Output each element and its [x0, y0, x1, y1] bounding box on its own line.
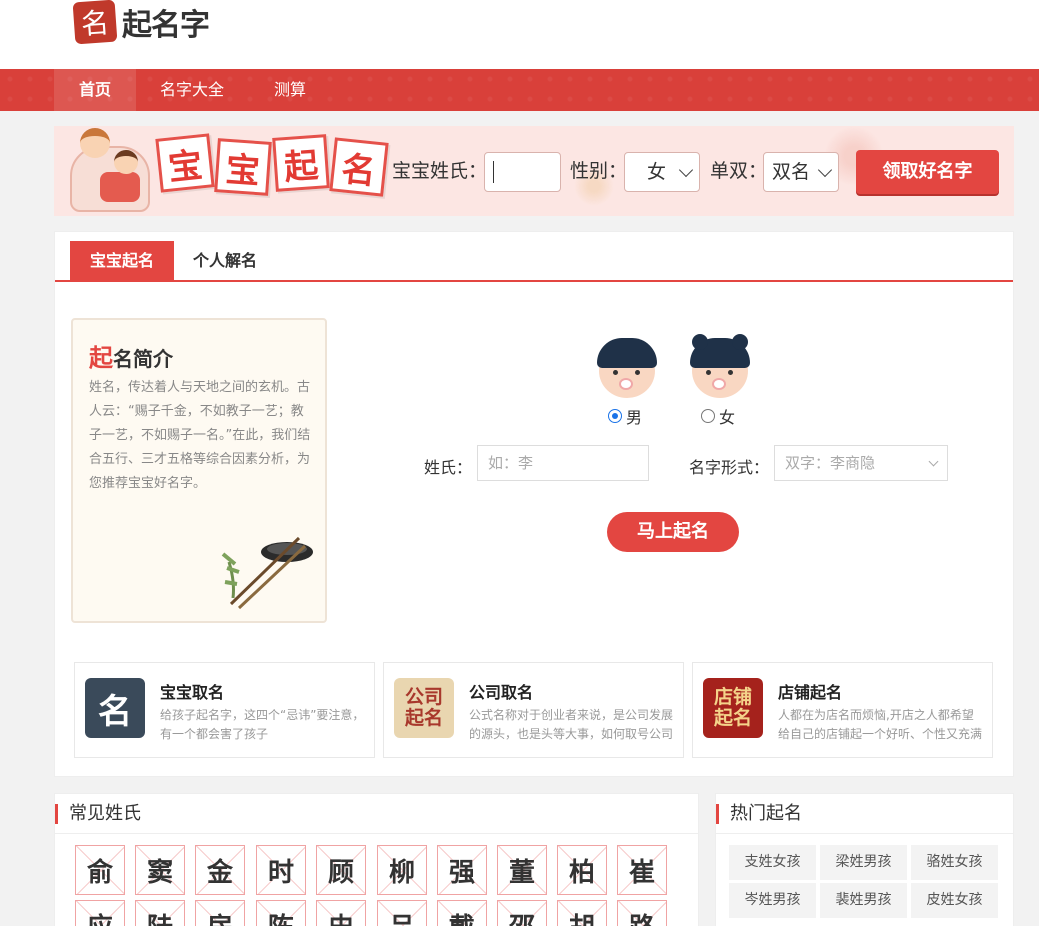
surname-tile[interactable]: 窦: [135, 845, 185, 895]
section-header: 热门起名: [716, 794, 1013, 834]
section-title: 热门起名: [730, 803, 802, 824]
banner-title-tiles: 宝 宝 起 名: [155, 133, 390, 197]
banner-tile: 宝: [155, 133, 215, 193]
banner-gender-select[interactable]: 女: [624, 152, 700, 192]
section-header: 常见姓氏: [55, 794, 698, 834]
surname-tile[interactable]: 柳: [377, 845, 427, 895]
surname-tile[interactable]: 邵: [497, 900, 547, 926]
surname-tile[interactable]: 顾: [316, 845, 366, 895]
card-desc: 人都在为店名而烦恼,开店之人都希望给自己的店铺起一个好听、个性又充满意义的名字: [778, 708, 983, 741]
intro-text: 姓名，传达着人与天地之间的玄机。古人云：“赐子千金，不如教子一艺；教子一艺，不如…: [89, 380, 311, 491]
get-good-name-button[interactable]: 领取好名字: [856, 150, 999, 194]
site-logo[interactable]: 名 起名字: [72, 0, 210, 45]
hot-name-link[interactable]: 支姓女孩: [729, 845, 816, 880]
surname-tile[interactable]: 胡: [557, 900, 607, 926]
surname-tile[interactable]: 董: [497, 845, 547, 895]
brush-inkstone-illustration: [221, 536, 313, 610]
card-desc: 给孩子起名字，这四个“忌讳”要注意，有一个都会害了孩子: [160, 708, 365, 741]
hot-name-link[interactable]: 裴姓男孩: [820, 883, 907, 918]
baby-naming-banner: 宝 宝 起 名 宝宝姓氏： 性别： 女 单双： 双名 领取好名字: [54, 126, 1014, 216]
card-desc: 公式名称对于创业者来说，是公司发展的源头，也是头等大事，如何取号公司名称: [469, 708, 674, 741]
surname-tile[interactable]: 戴: [437, 900, 487, 926]
banner-gender-label: 性别：: [570, 160, 628, 182]
logo-mark-icon: 名: [72, 0, 118, 45]
logo-text: 起名字: [122, 8, 210, 43]
gender-female-label: 女: [719, 408, 736, 427]
card-title: 公司取名: [469, 683, 534, 702]
name-format-value: 双字：李商隐: [785, 454, 876, 472]
naming-intro-card: 起名简介 姓名，传达着人与天地之间的玄机。古人云：“赐子千金，不如教子一艺；教子…: [71, 318, 327, 623]
girl-avatar-icon[interactable]: [690, 334, 750, 398]
surname-tile[interactable]: 陈: [256, 900, 306, 926]
shop-naming-icon: 店铺 起名: [703, 678, 763, 738]
nav-item-fortune[interactable]: 测算: [250, 69, 330, 111]
naming-tabs: 宝宝起名 个人解名: [55, 232, 1013, 282]
banner-surname-input[interactable]: [484, 152, 561, 192]
nav-item-names[interactable]: 名字大全: [146, 69, 238, 111]
section-title: 常见姓氏: [69, 803, 141, 824]
tab-personal-interpretation[interactable]: 个人解名: [185, 241, 265, 281]
gender-radio-female[interactable]: 女: [701, 404, 735, 428]
surname-tile[interactable]: 强: [437, 845, 487, 895]
hot-name-link[interactable]: 皮姓女孩: [911, 883, 998, 918]
banner-tile: 起: [272, 134, 330, 192]
surname-tile[interactable]: 吕: [377, 900, 427, 926]
surname-tile[interactable]: 应: [75, 900, 125, 926]
radio-checked-icon[interactable]: [608, 409, 622, 423]
gender-radio-male[interactable]: 男: [608, 404, 642, 428]
card-title: 店铺起名: [778, 683, 843, 702]
surname-tile[interactable]: 时: [256, 845, 306, 895]
hot-name-link[interactable]: 骆姓女孩: [911, 845, 998, 880]
site-header: 名 起名字: [0, 0, 1039, 69]
hot-naming-section: 热门起名 支姓女孩 梁姓男孩 骆姓女孩 岑姓男孩 裴姓男孩 皮姓女孩: [715, 793, 1014, 926]
banner-single-double-select[interactable]: 双名: [763, 152, 839, 192]
banner-single-double-label: 单双：: [710, 160, 768, 182]
naming-panel: 宝宝起名 个人解名 起名简介 姓名，传达着人与天地之间的玄机。古人云：“赐子千金…: [54, 231, 1014, 777]
common-surnames-section: 常见姓氏 俞 窦 金 时 顾 柳 强 董 柏 崔 应 陆 房 陈 史 吕 戴 邵…: [54, 793, 699, 926]
hot-name-link[interactable]: 梁姓男孩: [820, 845, 907, 880]
surname-input[interactable]: 如：李: [477, 445, 649, 481]
banner-tile: 宝: [214, 138, 272, 196]
banner-single-double-value: 双名: [772, 161, 811, 183]
gender-male-label: 男: [626, 408, 643, 427]
nav-item-home[interactable]: 首页: [54, 69, 136, 111]
boy-avatar-icon[interactable]: [597, 338, 657, 398]
intro-title: 起名简介: [89, 344, 173, 372]
tab-baby-naming[interactable]: 宝宝起名: [70, 241, 174, 281]
surname-label: 姓氏：: [424, 458, 473, 477]
surname-tile[interactable]: 史: [316, 900, 366, 926]
card-title: 宝宝取名: [160, 683, 225, 702]
chevron-down-icon: [817, 162, 833, 178]
kids-reading-illustration: [70, 128, 154, 214]
radio-unchecked-icon[interactable]: [701, 409, 715, 423]
surname-tile[interactable]: 金: [195, 845, 245, 895]
hot-name-link[interactable]: 岑姓男孩: [729, 883, 816, 918]
banner-surname-label: 宝宝姓氏：: [392, 160, 488, 182]
start-naming-button[interactable]: 马上起名: [607, 512, 739, 552]
chevron-down-icon: [928, 456, 939, 467]
surname-tile[interactable]: 柏: [557, 845, 607, 895]
name-format-select[interactable]: 双字：李商隐: [774, 445, 948, 481]
name-format-label: 名字形式：: [689, 458, 770, 477]
surname-tile[interactable]: 崔: [617, 845, 667, 895]
banner-gender-value: 女: [647, 161, 667, 183]
surname-tile[interactable]: 俞: [75, 845, 125, 895]
main-nav: 首页 名字大全 测算: [0, 69, 1039, 111]
surname-tile[interactable]: 路: [617, 900, 667, 926]
chevron-down-icon: [678, 162, 694, 178]
feature-card-company[interactable]: 公司 起名 公司取名 公式名称对于创业者来说，是公司发展的源头，也是头等大事，如…: [383, 662, 684, 758]
surname-tile[interactable]: 房: [195, 900, 245, 926]
company-naming-icon: 公司 起名: [394, 678, 454, 738]
feature-card-shop[interactable]: 店铺 起名 店铺起名 人都在为店名而烦恼,开店之人都希望给自己的店铺起一个好听、…: [692, 662, 993, 758]
banner-tile: 名: [329, 137, 389, 197]
baby-naming-icon: 名: [85, 678, 145, 738]
feature-card-baby[interactable]: 名 宝宝取名 给孩子起名字，这四个“忌讳”要注意，有一个都会害了孩子: [74, 662, 375, 758]
surname-tile[interactable]: 陆: [135, 900, 185, 926]
